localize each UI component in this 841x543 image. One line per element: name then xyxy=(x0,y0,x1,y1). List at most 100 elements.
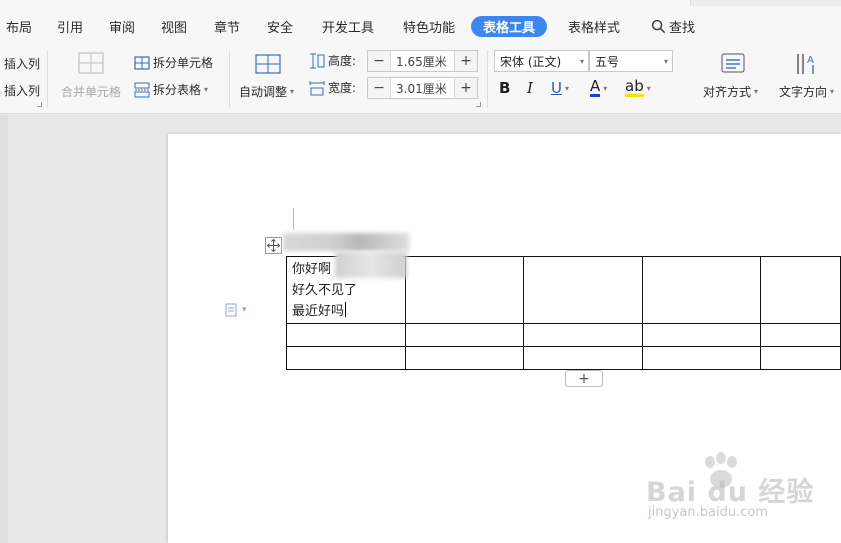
font-color-button[interactable]: A ▾ xyxy=(590,79,607,97)
menu-bar: 布局 引用 审阅 视图 章节 安全 开发工具 特色功能 表格工具 表格样式 查找 xyxy=(0,0,841,40)
table-cell[interactable] xyxy=(404,323,525,347)
row-height-increase-button[interactable]: + xyxy=(455,51,477,71)
tab-view[interactable]: 视图 xyxy=(161,17,187,36)
underline-label: U xyxy=(551,79,562,97)
table-row xyxy=(286,346,841,370)
highlight-button[interactable]: ab ▾ xyxy=(625,79,651,97)
row-height-decrease-button[interactable]: − xyxy=(368,51,390,71)
tab-chapter[interactable]: 章节 xyxy=(214,17,240,36)
table-cell[interactable] xyxy=(404,346,525,370)
row-height-stepper: − 1.65厘米 + xyxy=(367,50,478,72)
tab-table-style[interactable]: 表格样式 xyxy=(568,17,620,36)
text-boundary-mark xyxy=(293,208,294,230)
chevron-down-icon: ▾ xyxy=(830,87,835,96)
underline-button[interactable]: U ▾ xyxy=(551,79,569,97)
chevron-down-icon: ▾ xyxy=(579,57,584,66)
column-width-stepper: − 3.01厘米 + xyxy=(367,77,478,99)
tab-special-features[interactable]: 特色功能 xyxy=(403,17,455,36)
ribbon-separator xyxy=(487,50,488,108)
split-cells-icon xyxy=(134,55,150,70)
table-cell[interactable] xyxy=(404,256,525,324)
redaction-blur xyxy=(335,252,407,278)
row-height-icon xyxy=(310,53,325,68)
chevron-down-icon: ▾ xyxy=(242,305,247,315)
split-table-icon xyxy=(134,82,150,97)
tab-table-tools[interactable]: 表格工具 xyxy=(471,16,548,37)
insert-column-right-label: 插入列 xyxy=(4,84,41,98)
table-cell[interactable] xyxy=(523,323,643,347)
table-cell[interactable] xyxy=(523,346,643,370)
table-cell[interactable] xyxy=(760,323,841,347)
svg-text:A: A xyxy=(807,55,814,66)
split-table-button[interactable]: 拆分表格 ▾ xyxy=(134,81,208,98)
align-icon xyxy=(721,52,745,74)
tab-security[interactable]: 安全 xyxy=(267,17,293,36)
ribbon-separator xyxy=(47,50,48,108)
left-scroll-strip xyxy=(0,115,8,543)
split-cells-label: 拆分单元格 xyxy=(153,56,214,70)
table-cell[interactable] xyxy=(760,256,841,324)
paragraph-options-button[interactable]: ▾ xyxy=(224,303,247,317)
font-size-select[interactable]: 五号 ▾ xyxy=(589,50,673,72)
cell-line: 最近好吗 xyxy=(292,304,345,319)
merge-cells-button[interactable]: 合并单元格 xyxy=(61,83,121,100)
table-cell[interactable] xyxy=(523,256,643,324)
align-label: 对齐方式 xyxy=(703,85,752,99)
chevron-down-icon: ▾ xyxy=(663,57,668,66)
table-cell[interactable] xyxy=(641,256,762,324)
insert-column-right-button[interactable]: 插入列 xyxy=(4,82,40,99)
group-expand-corner-icon[interactable] xyxy=(37,102,42,107)
merge-cells-label: 合并单元格 xyxy=(61,85,122,99)
tab-review[interactable]: 审阅 xyxy=(109,17,135,36)
column-width-icon xyxy=(309,80,325,95)
window-top-strip xyxy=(690,0,841,6)
column-width-increase-button[interactable]: + xyxy=(455,78,477,98)
add-row-button[interactable]: + xyxy=(565,370,603,387)
insert-column-left-label: 插入列 xyxy=(4,57,41,71)
watermark-logo: Bai du 经验 xyxy=(646,477,815,508)
table-cell[interactable] xyxy=(641,323,762,347)
merge-cells-icon xyxy=(61,52,121,74)
ribbon-toolbar: 插入列 插入列 合并单元格 拆分单元格 拆分表格 ▾ 自动调整 ▾ 高度: − … xyxy=(0,40,841,114)
font-name-value: 宋体 (正文) xyxy=(500,54,562,69)
chevron-down-icon: ▾ xyxy=(564,83,569,93)
row-height-input[interactable]: 1.65厘米 xyxy=(390,51,455,71)
table-cell[interactable] xyxy=(286,346,406,370)
baidu-watermark: Bai du 经验 jingyan.baidu.com xyxy=(646,452,816,527)
table-move-handle[interactable] xyxy=(265,237,282,254)
highlight-label: ab xyxy=(625,77,644,97)
auto-fit-icon xyxy=(254,52,282,76)
table-cell[interactable] xyxy=(760,346,841,370)
column-width-input[interactable]: 3.01厘米 xyxy=(390,78,455,98)
text-direction-icon: A xyxy=(795,51,821,77)
chevron-down-icon: ▾ xyxy=(754,87,759,96)
chevron-down-icon: ▾ xyxy=(646,83,651,93)
font-color-label: A xyxy=(590,77,601,97)
bold-button[interactable]: B xyxy=(499,79,510,97)
split-cells-button[interactable]: 拆分单元格 xyxy=(134,54,213,71)
font-size-value: 五号 xyxy=(595,54,620,69)
table-cell[interactable] xyxy=(641,346,762,370)
text-direction-label: 文字方向 xyxy=(779,85,828,99)
align-button[interactable]: 对齐方式 ▾ xyxy=(703,83,758,100)
italic-button[interactable]: I xyxy=(527,79,533,97)
tab-layout[interactable]: 布局 xyxy=(6,17,32,36)
tab-developer-tools[interactable]: 开发工具 xyxy=(322,17,374,36)
font-name-select[interactable]: 宋体 (正文) ▾ xyxy=(494,50,589,72)
search-button[interactable]: 查找 xyxy=(651,17,695,36)
split-table-label: 拆分表格 xyxy=(153,83,202,97)
chevron-down-icon: ▾ xyxy=(290,87,295,96)
watermark-url: jingyan.baidu.com xyxy=(648,505,768,520)
text-direction-button[interactable]: 文字方向 ▾ xyxy=(779,83,834,100)
auto-fit-button[interactable]: 自动调整 ▾ xyxy=(239,83,294,100)
auto-fit-label: 自动调整 xyxy=(239,85,288,99)
insert-column-left-button[interactable]: 插入列 xyxy=(4,55,40,72)
table-cell[interactable] xyxy=(286,323,406,347)
column-width-label: 宽度: xyxy=(328,81,357,95)
group-expand-corner-icon[interactable] xyxy=(476,102,481,107)
text-cursor xyxy=(345,302,347,317)
row-height-label: 高度: xyxy=(328,54,357,68)
tab-references[interactable]: 引用 xyxy=(57,17,83,36)
column-width-decrease-button[interactable]: − xyxy=(368,78,390,98)
move-icon xyxy=(267,239,280,252)
